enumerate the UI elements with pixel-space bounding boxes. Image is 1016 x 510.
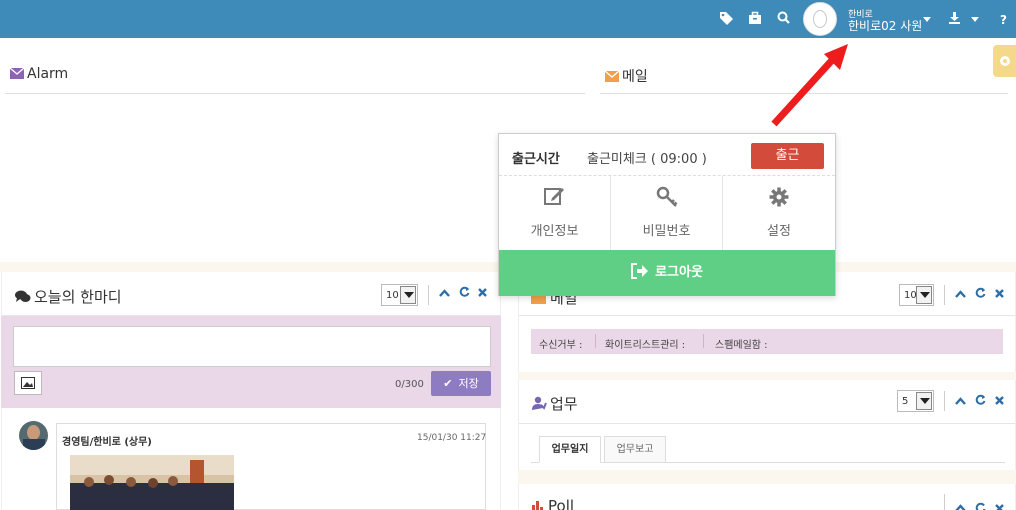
attendance-label: 출근시간 <box>512 152 560 167</box>
annotation-arrow <box>771 44 848 127</box>
alarm-divider <box>5 93 585 94</box>
refresh-icon[interactable] <box>459 286 470 300</box>
user-task-icon <box>531 396 547 415</box>
collapse-icon[interactable] <box>955 288 966 301</box>
close-icon[interactable] <box>995 502 1004 510</box>
today-count-select[interactable]: 10 <box>381 284 418 306</box>
check-icon: ✔ <box>443 377 453 390</box>
divider <box>944 391 945 411</box>
envelope-icon <box>10 68 24 79</box>
gear-icon <box>1000 56 1010 66</box>
image-upload-button[interactable] <box>14 371 42 395</box>
work-count-value: 5 <box>902 396 909 407</box>
tab-work-report[interactable]: 업무보고 <box>604 436 666 463</box>
divider <box>428 285 429 305</box>
blocked-senders-link[interactable]: 수신거부 : <box>539 336 582 351</box>
mail-count-value: 10 <box>904 290 917 301</box>
key-icon <box>611 186 722 213</box>
poll-widget-title: Poll <box>548 497 575 510</box>
image-icon <box>21 377 35 389</box>
today-count-value: 10 <box>386 290 399 301</box>
logout-button[interactable]: 로그아웃 <box>499 250 835 296</box>
whitelist-link[interactable]: 화이트리스트관리 : <box>605 336 685 351</box>
tag-icon[interactable] <box>719 11 734 29</box>
alarm-header: Alarm <box>10 66 68 82</box>
divider <box>944 494 945 510</box>
message-textarea[interactable] <box>13 326 491 367</box>
profile-label: 개인정보 <box>530 224 579 239</box>
widget-spacer <box>518 470 1016 484</box>
tab-baseline <box>531 462 1005 463</box>
avatar[interactable] <box>803 2 837 36</box>
settings-side-tab[interactable] <box>993 45 1016 77</box>
character-counter: 0/300 <box>395 379 424 390</box>
work-count-select[interactable]: 5 <box>897 390 934 412</box>
mail-title: 메일 <box>622 69 648 85</box>
close-icon[interactable] <box>995 288 1004 301</box>
divider <box>595 334 596 348</box>
edit-icon <box>499 186 610 211</box>
checkin-button[interactable]: 출근 <box>751 143 824 169</box>
password-menu-item[interactable]: 비밀번호 <box>611 176 723 250</box>
divider <box>703 334 704 348</box>
download-chevron-down-icon[interactable] <box>971 17 979 22</box>
chevron-down-icon <box>400 286 416 304</box>
settings-label: 설정 <box>767 224 791 239</box>
bar-chart-icon <box>531 498 544 510</box>
search-icon[interactable] <box>777 11 790 28</box>
chevron-down-icon <box>916 286 932 304</box>
sign-out-icon <box>631 253 649 299</box>
help-icon[interactable]: ? <box>1000 12 1007 28</box>
user-menu-popup: 출근시간 출근미체크 ( 09:00 ) 출근 개인정보 비밀번호 설정 로그아… <box>498 133 836 296</box>
top-navigation-bar: 한비로 한비로02 사원 ? <box>0 0 1016 38</box>
close-icon[interactable] <box>478 287 487 300</box>
today-header: 오늘의 한마디 <box>15 286 122 307</box>
widget-spacer <box>518 372 1016 380</box>
spam-folder-link[interactable]: 스팸메일함 : <box>715 336 768 351</box>
post-avatar <box>19 421 48 450</box>
work-widget-title: 업무 <box>550 395 578 413</box>
collapse-icon[interactable] <box>439 287 450 300</box>
attendance-status: 출근미체크 ( 09:00 ) <box>587 152 707 167</box>
briefcase-icon[interactable] <box>748 11 762 29</box>
poll-widget-header: Poll <box>531 497 574 510</box>
user-name[interactable]: 한비로02 사원 <box>848 17 922 34</box>
tab-work-log[interactable]: 업무일지 <box>539 436 601 463</box>
collapse-icon[interactable] <box>955 395 966 408</box>
refresh-icon[interactable] <box>975 287 986 301</box>
password-label: 비밀번호 <box>642 224 691 239</box>
save-label: 저장 <box>458 377 479 390</box>
gear-icon <box>723 186 835 213</box>
divider <box>944 285 945 305</box>
comments-icon <box>15 289 31 307</box>
refresh-icon[interactable] <box>975 394 986 408</box>
chevron-down-icon <box>916 392 932 410</box>
mail-filter-strip: 수신거부 : 화이트리스트관리 : 스팸메일함 : <box>531 329 1003 354</box>
alarm-title: Alarm <box>27 66 69 82</box>
logout-label: 로그아웃 <box>655 265 703 280</box>
profile-menu-item[interactable]: 개인정보 <box>499 176 611 250</box>
work-widget-header: 업무 <box>531 393 578 415</box>
post-photo[interactable] <box>70 455 234 510</box>
widget-header <box>519 380 1015 424</box>
mail-header: 메일 <box>605 66 648 86</box>
settings-menu-item[interactable]: 설정 <box>723 176 835 250</box>
post-author: 경영팀/한비로 (상무) <box>62 437 152 448</box>
save-button[interactable]: ✔ 저장 <box>431 371 491 396</box>
user-menu-chevron-down-icon[interactable] <box>923 17 931 22</box>
poll-widget <box>518 484 1016 510</box>
collapse-icon[interactable] <box>955 502 966 510</box>
envelope-icon <box>605 71 619 82</box>
post-time: 15/01/30 11:27 <box>417 433 487 443</box>
today-title: 오늘의 한마디 <box>34 288 122 306</box>
mail-count-select[interactable]: 10 <box>899 284 934 306</box>
attendance-row: 출근시간 출근미체크 ( 09:00 ) 출근 <box>499 134 835 176</box>
refresh-icon[interactable] <box>975 501 986 510</box>
download-icon[interactable] <box>948 11 961 28</box>
close-icon[interactable] <box>995 395 1004 408</box>
